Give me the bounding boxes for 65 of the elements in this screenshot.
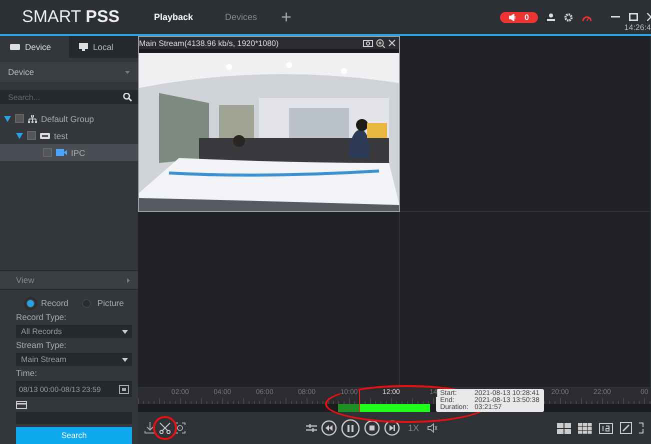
user-icon[interactable] (547, 13, 555, 21)
alarm-badge[interactable]: 0 (500, 12, 538, 22)
card-icon (16, 401, 27, 409)
chevron-icon (127, 278, 130, 282)
tree-item[interactable]: test (0, 127, 138, 144)
app-logo: SMART PSS (21, 7, 121, 27)
monitor-icon (79, 43, 88, 51)
edit-icon[interactable] (620, 422, 632, 434)
minimize-icon[interactable] (611, 16, 620, 18)
nine-layout-icon[interactable] (578, 422, 592, 434)
snapshot-frame-icon[interactable] (174, 422, 186, 434)
caret-icon (122, 330, 128, 334)
device-dropdown[interactable]: Device (0, 62, 138, 82)
caret-icon (125, 70, 130, 74)
field-label: Record Type: (15, 312, 68, 324)
checkbox[interactable] (15, 114, 24, 123)
tree-item[interactable]: Default Group (0, 110, 138, 127)
search-icon[interactable] (121, 90, 138, 104)
speaker-icon[interactable] (427, 423, 438, 433)
maximize-icon[interactable] (629, 13, 638, 21)
device-icon (10, 44, 20, 50)
camera-icon (56, 149, 67, 156)
zoom-icon[interactable] (376, 38, 385, 48)
rewind-button-icon[interactable] (321, 420, 337, 436)
settings-icon[interactable] (564, 12, 573, 22)
quad-layout-icon[interactable] (557, 422, 571, 434)
next-frame-button-icon[interactable] (384, 420, 400, 436)
tree-item[interactable]: IPC (0, 144, 138, 161)
sixteen-layout-icon[interactable] (599, 422, 613, 434)
close-icon[interactable] (647, 13, 651, 21)
download-icon[interactable] (144, 422, 156, 434)
stop-button-icon[interactable] (364, 420, 380, 436)
gauge-icon[interactable] (582, 14, 592, 20)
checkbox[interactable] (27, 131, 36, 140)
pause-button-icon[interactable] (341, 418, 360, 438)
scissors-icon[interactable] (159, 422, 171, 434)
adjust-icon[interactable] (306, 423, 317, 433)
nav-tab[interactable]: Playback (138, 0, 210, 34)
recording-segment[interactable] (359, 404, 430, 412)
sidebar-tab[interactable]: Local (69, 36, 138, 58)
record-type-dropdown[interactable]: All Records (16, 325, 132, 338)
checkbox[interactable] (43, 148, 52, 157)
search-button[interactable]: Search (16, 427, 132, 444)
mode-radio[interactable]: Record (26, 298, 68, 308)
field-label: Stream Type: (15, 340, 68, 352)
mode-radio[interactable]: Picture (82, 298, 124, 308)
group-icon (28, 114, 37, 122)
playback-speed[interactable]: 1X (408, 423, 420, 433)
expand-caret-icon[interactable] (4, 116, 11, 122)
field-label: Time: (15, 368, 38, 380)
stream-type-dropdown[interactable]: Main Stream (16, 353, 132, 366)
annotation-circle (153, 416, 177, 440)
recorder-icon (40, 132, 50, 139)
close-icon[interactable] (388, 38, 396, 46)
search-field[interactable]: Search... (0, 90, 121, 104)
caret-icon (122, 358, 128, 362)
calendar-icon[interactable] (119, 384, 129, 394)
fullscreen-icon[interactable] (639, 422, 645, 434)
expand-caret-icon[interactable] (16, 132, 23, 138)
pane-title: Main Stream(4138.96 kb/s, 1920*1080) (139, 38, 279, 48)
nav-tab[interactable]: Devices (209, 0, 274, 34)
add-tab-button[interactable]: + (273, 6, 300, 28)
camera-icon[interactable] (363, 38, 373, 46)
view-section-header[interactable]: View (0, 270, 138, 290)
clock-time: 14:26:4 (624, 23, 651, 32)
